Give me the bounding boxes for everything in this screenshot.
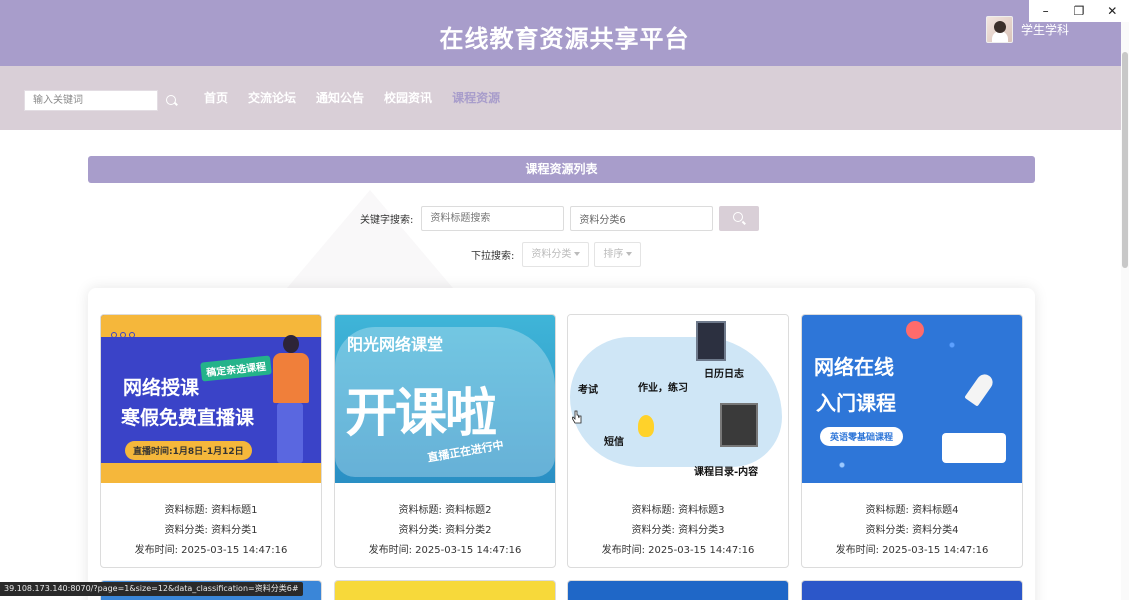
user-name[interactable]: 学生学科 xyxy=(1021,21,1069,38)
card-image-label: 课程目录-内容 xyxy=(694,467,759,478)
chevron-down-icon xyxy=(626,252,633,256)
dropdown-filter-row: 下拉搜索: 资料分类 排序 xyxy=(471,242,646,267)
page: 在线教育资源共享平台 学生学科 – ❐ ✕ 首页 交流论坛 通知公告 校园资讯 … xyxy=(0,0,1129,600)
card-image[interactable]: 阳光网络课堂 开课啦 直播正在进行中 xyxy=(335,315,555,483)
keyword-label: 关键字搜索: xyxy=(360,215,414,226)
window-controls: – ❐ ✕ xyxy=(1029,0,1129,22)
card-category: 资料分类: 资料分类3 xyxy=(631,525,725,536)
card-meta: 资料标题: 资料标题4 资料分类: 资料分类4 发布时间: 2025-03-15… xyxy=(802,483,1022,561)
card-title: 资料标题: 资料标题4 xyxy=(865,505,959,516)
card-image-subtitle: 入门课程 xyxy=(816,391,896,415)
card-meta: 资料标题: 资料标题1 资料分类: 资料分类1 发布时间: 2025-03-15… xyxy=(101,483,321,561)
resource-card[interactable]: 网络在线 入门课程 英语零基础课程 资料标题: 资料标题4 资料分类: 资料分类… xyxy=(801,314,1023,568)
card-image[interactable]: 考试 作业，练习 日历日志 短信 课程目录-内容 xyxy=(568,315,788,483)
filter-search-button[interactable] xyxy=(719,206,760,231)
mouse-cursor-icon xyxy=(572,410,582,424)
card-image-label: 短信 xyxy=(604,437,624,448)
avatar[interactable] xyxy=(986,16,1013,43)
card-image-pill: 直播时间:1月8日-1月12日 xyxy=(125,441,252,460)
clipboard-illustration xyxy=(720,403,758,447)
card-image-label: 作业，练习 xyxy=(638,383,688,394)
search-icon[interactable] xyxy=(166,94,178,107)
card-image-pill: 英语零基础课程 xyxy=(820,427,904,446)
card-image-title: 阳光网络课堂 xyxy=(347,335,444,354)
card-title: 资料标题: 资料标题1 xyxy=(164,505,258,516)
card-time: 发布时间: 2025-03-15 14:47:16 xyxy=(134,545,288,556)
card-image-subtitle: 寒假免费直播课 xyxy=(121,407,255,429)
dropdown-label: 下拉搜索: xyxy=(471,251,515,262)
resource-card[interactable] xyxy=(801,580,1023,600)
card-image[interactable]: 网络在线 入门课程 英语零基础课程 xyxy=(802,315,1022,483)
card-title: 资料标题: 资料标题3 xyxy=(631,505,725,516)
lightbulb-illustration xyxy=(638,415,654,437)
nav-search xyxy=(24,90,178,111)
category-dropdown-label: 资料分类 xyxy=(531,249,572,260)
nav-link-forum[interactable]: 交流论坛 xyxy=(248,90,296,106)
section-title: 课程资源列表 xyxy=(88,156,1035,183)
sort-dropdown[interactable]: 排序 xyxy=(594,242,642,267)
status-url: 39.108.173.140:8070/?page=1&size=12&data… xyxy=(0,582,303,596)
card-category: 资料分类: 资料分类2 xyxy=(398,525,492,536)
category-dropdown[interactable]: 资料分类 xyxy=(522,242,590,267)
resource-card[interactable]: 网络授课 寒假免费直播课 稿定亲选课程 直播时间:1月8日-1月12日 资料标题… xyxy=(100,314,322,568)
site-title: 在线教育资源共享平台 xyxy=(439,25,690,53)
resource-card[interactable] xyxy=(567,580,789,600)
card-image-title: 网络授课 xyxy=(123,377,200,399)
nav-link-course-resources[interactable]: 课程资源 xyxy=(452,90,500,106)
scrollbar-thumb[interactable] xyxy=(1122,52,1128,268)
category-search-input[interactable] xyxy=(570,206,714,231)
nav-link-home[interactable]: 首页 xyxy=(204,90,228,106)
title-search-input[interactable] xyxy=(421,206,565,231)
minimize-icon[interactable]: – xyxy=(1032,0,1060,22)
nav-links: 首页 交流论坛 通知公告 校园资讯 课程资源 xyxy=(204,90,520,106)
card-title: 资料标题: 资料标题2 xyxy=(398,505,492,516)
nav-link-notices[interactable]: 通知公告 xyxy=(316,90,364,106)
card-image[interactable]: 网络授课 寒假免费直播课 稿定亲选课程 直播时间:1月8日-1月12日 xyxy=(101,315,321,483)
card-image-label: 日历日志 xyxy=(704,369,744,380)
chevron-down-icon xyxy=(574,252,581,256)
scrollbar[interactable] xyxy=(1121,22,1129,600)
search-input[interactable] xyxy=(24,90,158,111)
site-header: 在线教育资源共享平台 学生学科 xyxy=(0,0,1129,66)
resource-card[interactable]: 考试 作业，练习 日历日志 短信 课程目录-内容 资料标题: 资料标题3 资料分… xyxy=(567,314,789,568)
nav-link-campus-news[interactable]: 校园资讯 xyxy=(384,90,432,106)
card-category: 资料分类: 资料分类4 xyxy=(865,525,959,536)
card-time: 发布时间: 2025-03-15 14:47:16 xyxy=(835,545,989,556)
close-icon[interactable]: ✕ xyxy=(1098,0,1126,22)
keyword-filter-row: 关键字搜索: xyxy=(360,206,760,231)
card-image-label: 考试 xyxy=(578,385,598,396)
calculator-illustration xyxy=(696,321,726,361)
card-time: 发布时间: 2025-03-15 14:47:16 xyxy=(368,545,522,556)
resource-card[interactable] xyxy=(334,580,556,600)
card-image-headline: 开课啦 xyxy=(345,384,497,444)
person-illustration xyxy=(271,335,311,465)
resource-card[interactable]: 阳光网络课堂 开课啦 直播正在进行中 资料标题: 资料标题2 资料分类: 资料分… xyxy=(334,314,556,568)
book-illustration xyxy=(942,433,1006,463)
planet-illustration xyxy=(906,321,924,339)
card-time: 发布时间: 2025-03-15 14:47:16 xyxy=(601,545,755,556)
sort-dropdown-label: 排序 xyxy=(603,249,624,260)
card-meta: 资料标题: 资料标题2 资料分类: 资料分类2 发布时间: 2025-03-15… xyxy=(335,483,555,561)
card-meta: 资料标题: 资料标题3 资料分类: 资料分类3 发布时间: 2025-03-15… xyxy=(568,483,788,561)
restore-icon[interactable]: ❐ xyxy=(1065,0,1093,22)
card-image-title: 网络在线 xyxy=(814,355,894,379)
card-image-badge: 稿定亲选课程 xyxy=(200,355,272,382)
card-category: 资料分类: 资料分类1 xyxy=(164,525,258,536)
